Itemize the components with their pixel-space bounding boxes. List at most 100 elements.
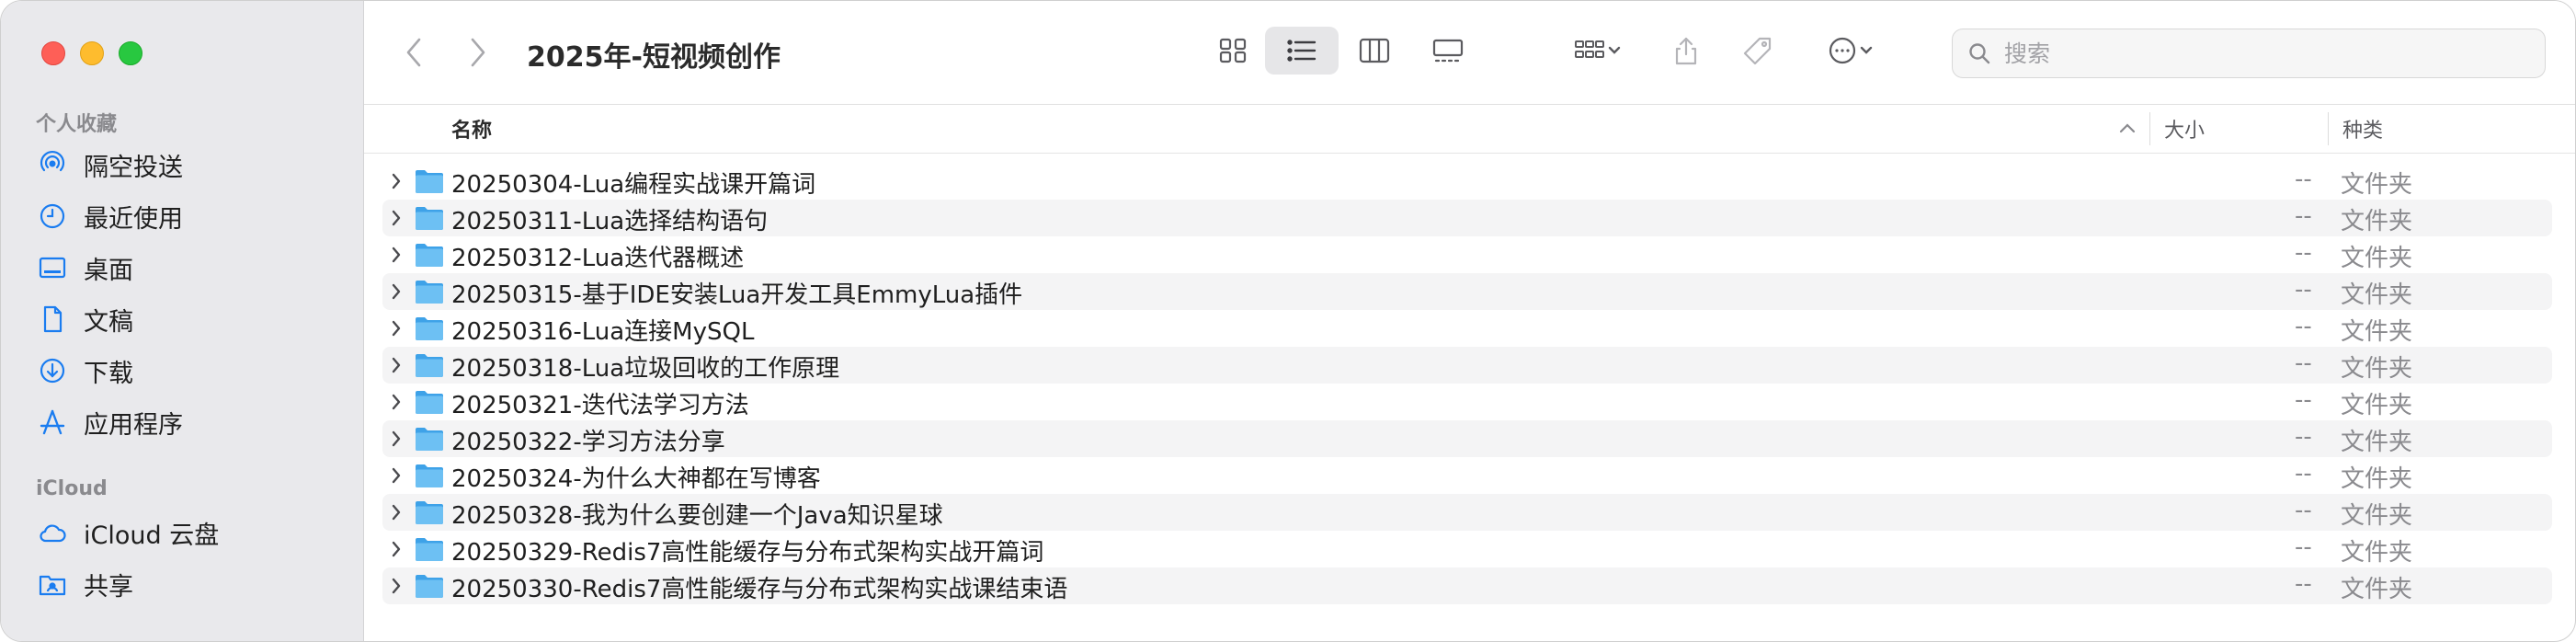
- document-icon: [43, 305, 63, 333]
- file-name: 20250311-Lua选择结构语句: [451, 208, 769, 235]
- sidebar-item-downloads[interactable]: 下载: [38, 349, 133, 393]
- disclosure-chevron-icon[interactable]: [390, 392, 403, 412]
- search-input[interactable]: [2002, 39, 2521, 68]
- file-row[interactable]: 20250328-我为什么要创建一个Java知识星球 -- 文件夹: [382, 494, 2552, 531]
- file-kind: 文件夹: [2341, 465, 2413, 493]
- sidebar-section-icloud: iCloud: [36, 477, 108, 500]
- file-row[interactable]: 20250322-学习方法分享 -- 文件夹: [382, 420, 2552, 457]
- back-button[interactable]: [395, 32, 432, 73]
- disclosure-chevron-icon[interactable]: [390, 208, 403, 228]
- tags-button[interactable]: [1732, 27, 1784, 75]
- file-row[interactable]: 20250311-Lua选择结构语句 -- 文件夹: [382, 200, 2552, 236]
- disclosure-chevron-icon[interactable]: [390, 539, 403, 559]
- file-row[interactable]: 20250312-Lua迭代器概述 -- 文件夹: [382, 236, 2552, 273]
- clock-icon: [40, 203, 65, 229]
- sidebar-item-label: iCloud 云盘: [84, 521, 220, 550]
- search-field[interactable]: [1952, 29, 2546, 78]
- file-name: 20250330-Redis7高性能缓存与分布式架构实战课结束语: [451, 576, 1068, 603]
- close-window-button[interactable]: [41, 41, 65, 65]
- icon-view-button[interactable]: [1201, 27, 1265, 75]
- zoom-window-button[interactable]: [119, 41, 142, 65]
- file-kind: 文件夹: [2341, 429, 2413, 456]
- disclosure-chevron-icon[interactable]: [390, 465, 403, 486]
- sidebar-item-label: 最近使用: [84, 204, 183, 234]
- file-row[interactable]: 20250329-Redis7高性能缓存与分布式架构实战开篇词 -- 文件夹: [382, 531, 2552, 567]
- file-row[interactable]: 20250318-Lua垃圾回收的工作原理 -- 文件夹: [382, 347, 2552, 384]
- file-kind: 文件夹: [2341, 318, 2413, 346]
- file-row[interactable]: 20250330-Redis7高性能缓存与分布式架构实战课结束语 -- 文件夹: [382, 567, 2552, 604]
- folder-icon: [416, 575, 443, 598]
- file-row[interactable]: 20250321-迭代法学习方法 -- 文件夹: [382, 384, 2552, 420]
- column-header-name[interactable]: 名称: [451, 114, 492, 143]
- folder-icon: [416, 464, 443, 487]
- disclosure-chevron-icon[interactable]: [390, 429, 403, 449]
- chevron-down-icon: [1608, 46, 1621, 54]
- gallery-icon: [1432, 39, 1464, 63]
- folder-icon: [416, 244, 443, 267]
- file-name: 20250315-基于IDE安装Lua开发工具EmmyLua插件: [451, 281, 1023, 309]
- disclosure-chevron-icon[interactable]: [390, 171, 403, 191]
- file-size: --: [2295, 460, 2312, 487]
- sidebar-item-label: 文稿: [84, 307, 133, 337]
- more-actions-button[interactable]: [1813, 27, 1886, 75]
- column-header-size[interactable]: 大小: [2164, 114, 2205, 143]
- sidebar-item-desktop[interactable]: 桌面: [38, 246, 133, 290]
- toolbar: 2025年-短视频创作: [364, 1, 2575, 105]
- sidebar: 个人收藏 隔空投送 最近使用 桌面 文稿 下载 应用程序 iCloud iClo…: [1, 1, 364, 641]
- column-header-kind[interactable]: 种类: [2342, 114, 2383, 143]
- file-name: 20250328-我为什么要创建一个Java知识星球: [451, 502, 943, 530]
- list-icon: [1287, 40, 1316, 62]
- chevron-right-icon: [471, 38, 485, 67]
- sidebar-item-icloud-drive[interactable]: iCloud 云盘: [38, 510, 219, 555]
- file-kind: 文件夹: [2341, 355, 2413, 383]
- file-size: --: [2295, 423, 2312, 451]
- share-button[interactable]: [1660, 27, 1712, 75]
- forward-button[interactable]: [460, 32, 496, 73]
- file-size: --: [2295, 166, 2312, 193]
- applications-icon: [40, 409, 65, 435]
- folder-icon: [416, 354, 443, 377]
- folder-icon: [416, 501, 443, 524]
- sidebar-item-label: 应用程序: [84, 410, 183, 440]
- file-name: 20250324-为什么大神都在写博客: [451, 465, 821, 493]
- sidebar-section-favorites: 个人收藏: [36, 113, 118, 136]
- disclosure-chevron-icon[interactable]: [390, 318, 403, 338]
- group-button[interactable]: [1559, 27, 1636, 75]
- cloud-icon: [40, 524, 66, 543]
- sort-ascending-icon[interactable]: [2118, 121, 2137, 134]
- sidebar-item-recents[interactable]: 最近使用: [38, 194, 183, 238]
- disclosure-chevron-icon[interactable]: [390, 502, 403, 522]
- sidebar-item-applications[interactable]: 应用程序: [38, 400, 183, 444]
- chevron-down-icon: [1860, 46, 1873, 54]
- disclosure-chevron-icon[interactable]: [390, 281, 403, 302]
- column-view-button[interactable]: [1342, 27, 1407, 75]
- sidebar-item-label: 共享: [84, 572, 133, 602]
- chevron-left-icon: [406, 38, 421, 67]
- group-grid-icon: [1575, 40, 1604, 58]
- minimize-window-button[interactable]: [80, 41, 104, 65]
- sidebar-item-airdrop[interactable]: 隔空投送: [38, 143, 183, 187]
- column-divider[interactable]: [2149, 112, 2150, 145]
- file-kind: 文件夹: [2341, 208, 2413, 235]
- column-divider[interactable]: [2328, 112, 2329, 145]
- file-name: 20250316-Lua连接MySQL: [451, 318, 755, 346]
- list-view-button[interactable]: [1265, 27, 1339, 75]
- disclosure-chevron-icon[interactable]: [390, 245, 403, 265]
- folder-icon: [416, 281, 443, 304]
- column-header: 名称 大小 种类: [364, 105, 2575, 154]
- sidebar-item-documents[interactable]: 文稿: [38, 297, 133, 341]
- file-row[interactable]: 20250316-Lua连接MySQL -- 文件夹: [382, 310, 2552, 347]
- file-row[interactable]: 20250324-为什么大神都在写博客 -- 文件夹: [382, 457, 2552, 494]
- file-name: 20250329-Redis7高性能缓存与分布式架构实战开篇词: [451, 539, 1044, 567]
- folder-icon: [416, 207, 443, 230]
- file-kind: 文件夹: [2341, 502, 2413, 530]
- gallery-view-button[interactable]: [1416, 27, 1480, 75]
- file-row[interactable]: 20250304-Lua编程实战课开篇词 -- 文件夹: [382, 163, 2552, 200]
- sidebar-item-shared[interactable]: 共享: [38, 562, 133, 606]
- disclosure-chevron-icon[interactable]: [390, 355, 403, 375]
- file-size: --: [2295, 533, 2312, 561]
- file-row[interactable]: 20250315-基于IDE安装Lua开发工具EmmyLua插件 -- 文件夹: [382, 273, 2552, 310]
- file-name: 20250322-学习方法分享: [451, 429, 725, 456]
- file-kind: 文件夹: [2341, 245, 2413, 272]
- disclosure-chevron-icon[interactable]: [390, 576, 403, 596]
